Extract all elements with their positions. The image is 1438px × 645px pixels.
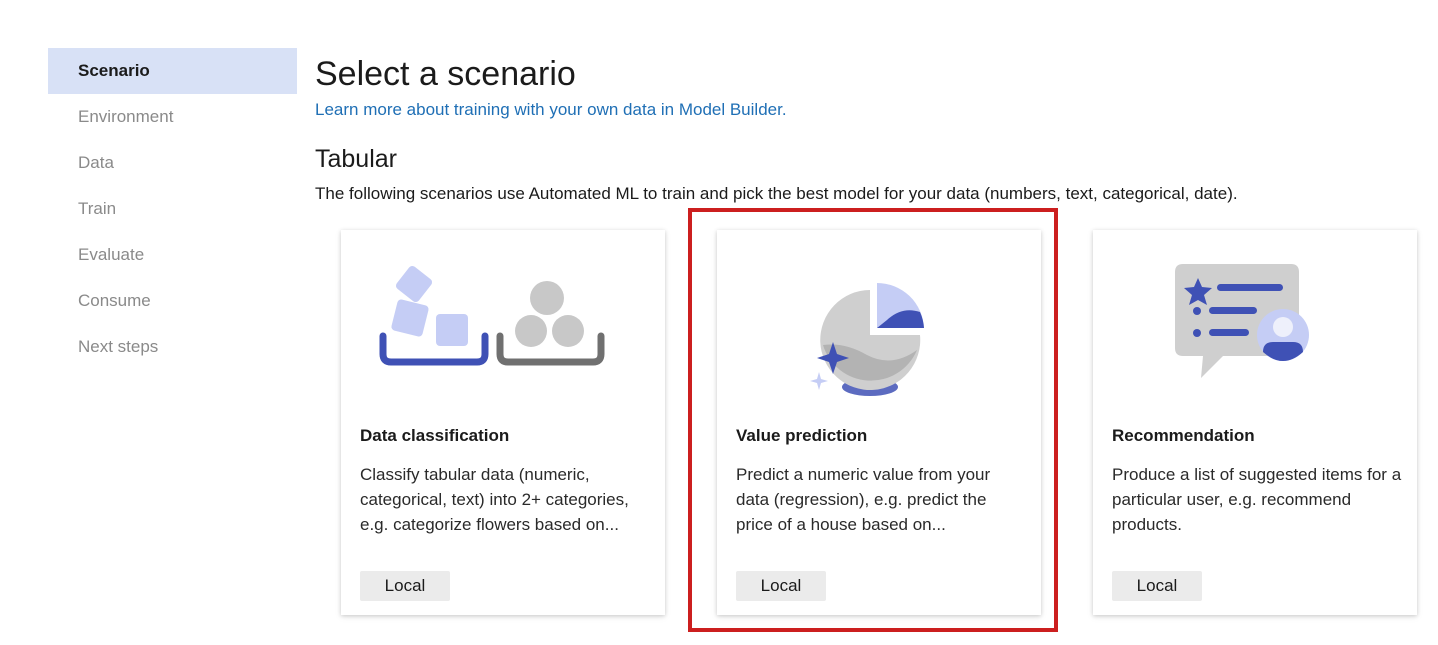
wizard-steps-sidebar: Scenario Environment Data Train Evaluate… — [48, 48, 297, 370]
card-description: Produce a list of suggested items for a … — [1112, 465, 1402, 534]
section-description: The following scenarios use Automated ML… — [315, 184, 1238, 203]
local-badge: Local — [1112, 571, 1202, 601]
step-scenario[interactable]: Scenario — [48, 48, 297, 94]
card-description: Classify tabular data (numeric, categori… — [360, 465, 629, 534]
local-badge: Local — [736, 571, 826, 601]
card-data-classification[interactable]: Data classification Classify tabular dat… — [341, 230, 665, 615]
step-consume[interactable]: Consume — [48, 278, 297, 324]
card-title: Recommendation — [1112, 426, 1255, 445]
card-recommendation[interactable]: Recommendation Produce a list of suggest… — [1093, 230, 1417, 615]
step-environment[interactable]: Environment — [48, 94, 297, 140]
card-title: Value prediction — [736, 426, 868, 445]
data-classification-icon — [379, 265, 605, 366]
value-prediction-icon — [810, 282, 924, 396]
card-title: Data classification — [360, 426, 510, 445]
step-train[interactable]: Train — [48, 186, 297, 232]
local-badge: Local — [360, 571, 450, 601]
step-data[interactable]: Data — [48, 140, 297, 186]
step-evaluate[interactable]: Evaluate — [48, 232, 297, 278]
page-title: Select a scenario — [315, 55, 576, 93]
main-content: Select a scenario Learn more about train… — [315, 50, 1415, 206]
section-title: Tabular — [315, 145, 397, 173]
card-description: Predict a numeric value from your data (… — [736, 465, 991, 534]
learn-more-link[interactable]: Learn more about training with your own … — [315, 98, 787, 122]
step-next-steps[interactable]: Next steps — [48, 324, 297, 370]
card-value-prediction[interactable]: Value prediction Predict a numeric value… — [717, 230, 1041, 615]
recommendation-icon — [1175, 264, 1309, 378]
